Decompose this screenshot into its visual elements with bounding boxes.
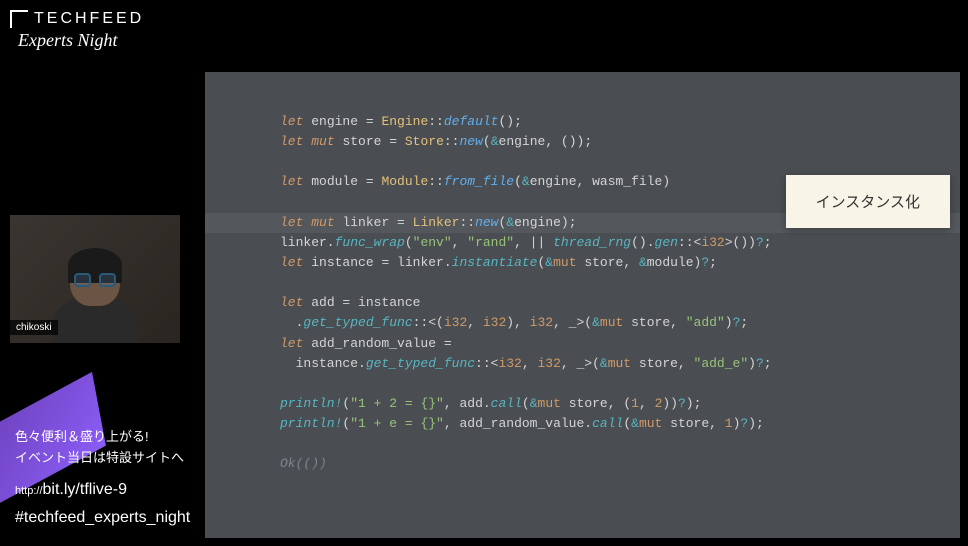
code-line: Ok(()) xyxy=(280,454,950,474)
code-line: let engine = Engine::default(); xyxy=(280,112,950,132)
footer-url[interactable]: http://bit.ly/tflive-9 xyxy=(15,477,190,503)
footer-tagline-2: イベント当日は特設サイトへ xyxy=(15,448,190,469)
code-line: let add = instance xyxy=(280,293,950,313)
brand-subtitle: Experts Night xyxy=(18,30,144,51)
code-line: println!("1 + e = {}", add_random_value.… xyxy=(280,414,950,434)
brand-text: TECHFEED xyxy=(34,10,144,28)
footer-info: 色々便利＆盛り上がる! イベント当日は特設サイトへ http://bit.ly/… xyxy=(15,427,190,531)
code-line: let instance = linker.instantiate(&mut s… xyxy=(280,253,950,273)
code-line: let add_random_value = xyxy=(280,334,950,354)
presenter-silhouette xyxy=(50,243,140,343)
code-line: .get_typed_func::<(i32, i32), i32, _>(&m… xyxy=(280,313,950,333)
logo-area: TECHFEED Experts Night xyxy=(10,10,144,51)
code-line: println!("1 + 2 = {}", add.call(&mut sto… xyxy=(280,394,950,414)
code-line: let mut store = Store::new(&engine, ()); xyxy=(280,132,950,152)
presenter-username: chikoski xyxy=(10,320,58,335)
code-line: linker.func_wrap("env", "rand", || threa… xyxy=(280,233,950,253)
logo-icon xyxy=(10,10,28,28)
code-line xyxy=(280,273,950,293)
brand-logo: TECHFEED xyxy=(10,10,144,28)
code-line: instance.get_typed_func::<i32, i32, _>(&… xyxy=(280,354,950,374)
code-line xyxy=(280,374,950,394)
code-line xyxy=(280,434,950,454)
footer-tagline-1: 色々便利＆盛り上がる! xyxy=(15,427,190,448)
code-line xyxy=(280,152,950,172)
footer-hashtag: #techfeed_experts_night xyxy=(15,505,190,531)
code-editor: let engine = Engine::default(); let mut … xyxy=(205,72,960,538)
annotation-callout: インスタンス化 xyxy=(786,175,950,228)
webcam-feed: chikoski xyxy=(10,215,180,343)
